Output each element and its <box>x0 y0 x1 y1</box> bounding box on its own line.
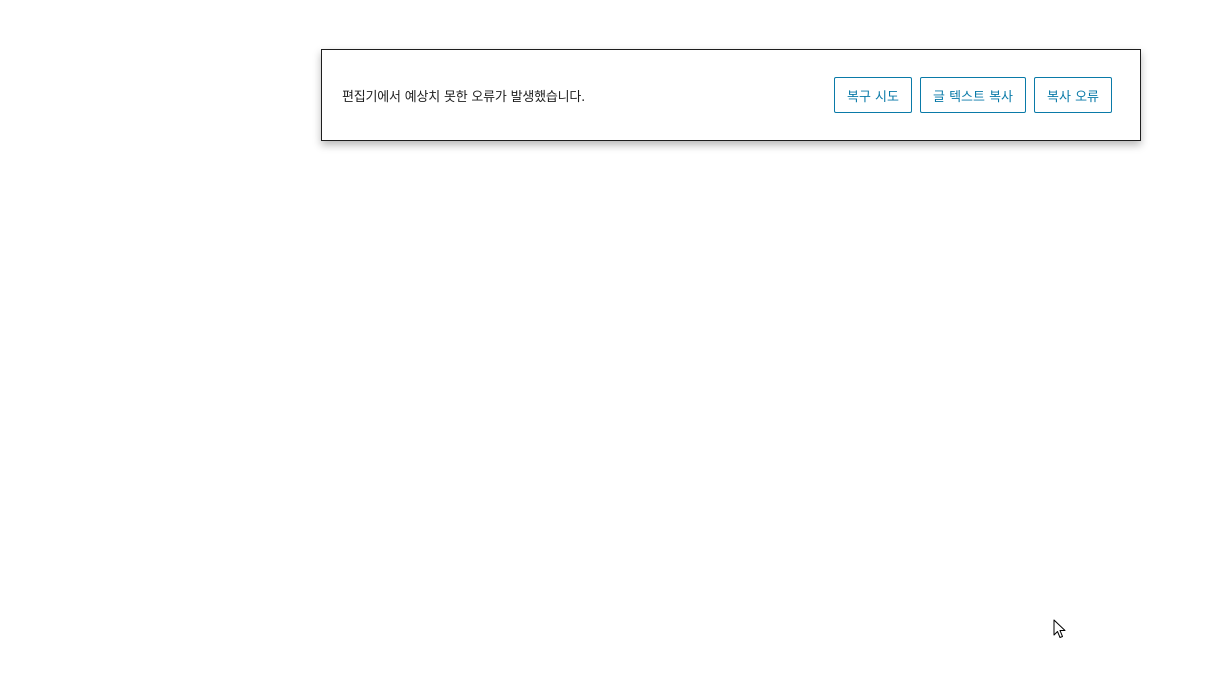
error-actions: 복구 시도 글 텍스트 복사 복사 오류 <box>834 77 1112 113</box>
editor-page: 편집기에서 예상치 못한 오류가 발생했습니다. 복구 시도 글 텍스트 복사 … <box>0 0 1208 675</box>
copy-post-text-button[interactable]: 글 텍스트 복사 <box>919 77 1027 113</box>
error-message: 편집기에서 예상치 못한 오류가 발생했습니다. <box>342 89 586 105</box>
copy-error-button[interactable]: 복사 오류 <box>1034 77 1112 113</box>
attempt-recovery-button[interactable]: 복구 시도 <box>834 77 912 113</box>
mouse-pointer-icon <box>1053 619 1066 638</box>
editor-error-notice: 편집기에서 예상치 못한 오류가 발생했습니다. 복구 시도 글 텍스트 복사 … <box>321 49 1141 141</box>
